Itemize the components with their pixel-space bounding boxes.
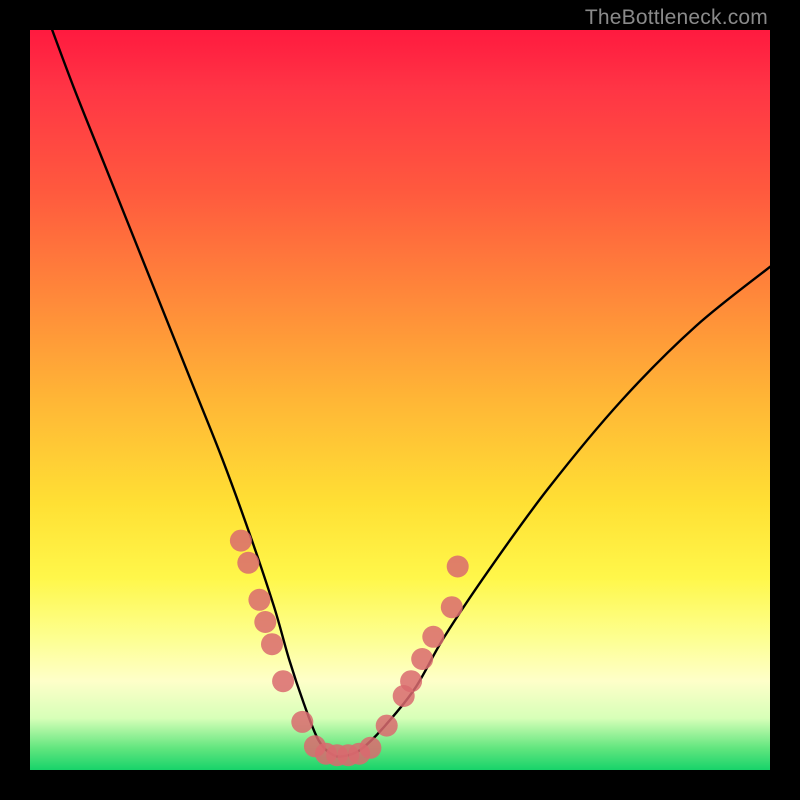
- marker-dot: [272, 670, 294, 692]
- marker-dot: [376, 715, 398, 737]
- marker-dot: [359, 737, 381, 759]
- marker-dot: [237, 552, 259, 574]
- marker-dot: [291, 711, 313, 733]
- marker-dot: [441, 596, 463, 618]
- marker-dot: [261, 633, 283, 655]
- marker-dot: [230, 530, 252, 552]
- plot-area: [30, 30, 770, 770]
- marker-dot: [248, 589, 270, 611]
- bottleneck-curve: [52, 30, 770, 757]
- marker-dot: [422, 626, 444, 648]
- marker-dot: [254, 611, 276, 633]
- chart-frame: TheBottleneck.com: [0, 0, 800, 800]
- marker-dot: [447, 556, 469, 578]
- marker-dot: [400, 670, 422, 692]
- highlight-points: [230, 530, 469, 767]
- watermark-text: TheBottleneck.com: [585, 6, 768, 30]
- chart-svg: [30, 30, 770, 770]
- marker-dot: [411, 648, 433, 670]
